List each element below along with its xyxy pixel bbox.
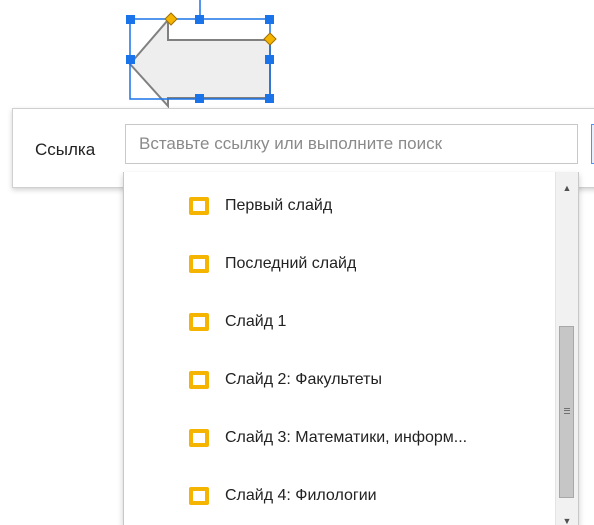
suggestion-last-slide[interactable]: Последний слайд	[124, 235, 548, 293]
resize-handle-top-right[interactable]	[265, 15, 274, 24]
slide-icon	[189, 313, 209, 331]
slide-icon	[189, 371, 209, 389]
resize-handle-top-left[interactable]	[126, 15, 135, 24]
left-arrow-shape[interactable]	[128, 17, 271, 109]
suggestion-label: Последний слайд	[225, 255, 357, 272]
suggestion-label: Слайд 2: Факультеты	[225, 371, 382, 388]
slide-icon	[189, 255, 209, 273]
dropdown-scrollbar[interactable]: ▲ ▼	[555, 172, 578, 525]
suggestion-slide-4[interactable]: Слайд 4: Филологии	[124, 467, 548, 525]
suggestion-label: Первый слайд	[225, 197, 333, 214]
link-label: Ссылка	[35, 140, 96, 159]
suggestion-slide-3[interactable]: Слайд 3: Математики, информ...	[124, 409, 548, 467]
resize-handle-middle-right[interactable]	[265, 55, 274, 64]
slide-icon	[189, 487, 209, 505]
suggestion-label: Слайд 3: Математики, информ...	[225, 429, 468, 446]
suggestion-label: Слайд 4: Филологии	[225, 487, 377, 504]
slide-icon	[189, 197, 209, 215]
suggestion-slide-1[interactable]: Слайд 1	[124, 293, 548, 351]
suggestion-slide-2[interactable]: Слайд 2: Факультеты	[124, 351, 548, 409]
link-suggestions-dropdown: Первый слайд Последний слайд Слайд 1 Сла…	[123, 172, 579, 525]
suggestions-list: Первый слайд Последний слайд Слайд 1 Сла…	[124, 177, 548, 525]
scroll-grip-icon	[564, 410, 570, 411]
scroll-thumb[interactable]	[559, 326, 574, 498]
resize-handle-top-center[interactable]	[195, 15, 204, 24]
slide-canvas[interactable]: Ссылка Первый слайд Последний слайд Слай…	[0, 0, 594, 525]
resize-handle-bottom-right[interactable]	[265, 94, 274, 103]
suggestion-label: Слайд 1	[225, 313, 287, 330]
slide-icon	[189, 429, 209, 447]
link-url-input[interactable]	[125, 124, 578, 164]
resize-handle-middle-left[interactable]	[126, 55, 135, 64]
scroll-down-arrow-icon[interactable]: ▼	[556, 513, 578, 525]
suggestion-first-slide[interactable]: Первый слайд	[124, 177, 548, 235]
resize-handle-bottom-center[interactable]	[195, 94, 204, 103]
scroll-up-arrow-icon[interactable]: ▲	[556, 180, 578, 196]
